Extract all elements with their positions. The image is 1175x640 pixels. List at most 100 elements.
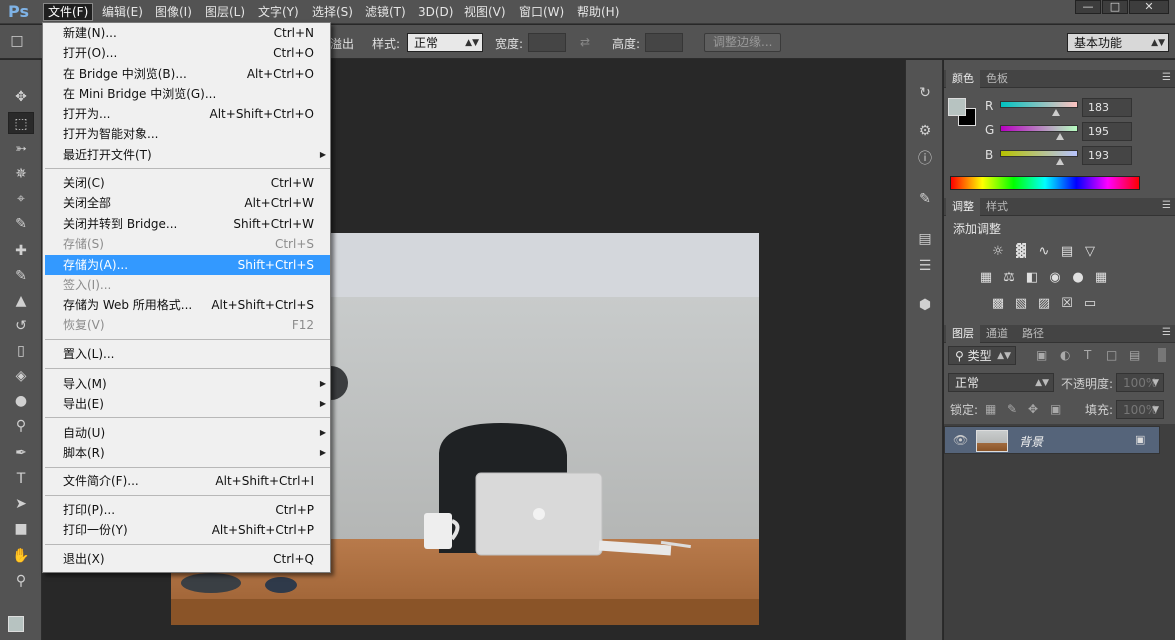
g-slider-track[interactable]: [1000, 125, 1078, 132]
healing-brush-tool-icon[interactable]: ✚: [8, 240, 34, 262]
filter-type-icon[interactable]: T: [1084, 348, 1091, 362]
type-tool-icon[interactable]: T: [8, 468, 34, 490]
color-fg-swatch[interactable]: [948, 98, 966, 116]
filter-toggle[interactable]: [1158, 348, 1166, 362]
menu-print-one-copy[interactable]: 打印一份(Y) Alt+Shift+Ctrl+P: [45, 520, 330, 540]
color-spectrum-ramp[interactable]: [950, 176, 1140, 190]
photo-filter-icon[interactable]: ◉: [1046, 270, 1064, 286]
lock-pixels-icon[interactable]: ✎: [1007, 402, 1017, 416]
crop-tool-icon[interactable]: ⌖: [8, 188, 34, 210]
paint-bucket-tool-icon[interactable]: ◈: [8, 365, 34, 387]
gradient-map-icon[interactable]: ▭: [1081, 296, 1099, 312]
menu-file-info[interactable]: 文件简介(F)... Alt+Shift+Ctrl+I: [45, 471, 330, 491]
character-panel-icon[interactable]: ▤: [914, 228, 936, 250]
menu-close-go-bridge[interactable]: 关闭并转到 Bridge... Shift+Ctrl+W: [45, 214, 330, 234]
hand-tool-icon[interactable]: ✋: [8, 545, 34, 567]
paragraph-panel-icon[interactable]: ☰: [914, 255, 936, 277]
menu-print[interactable]: 打印(P)... Ctrl+P: [45, 500, 330, 520]
menu-export[interactable]: 导出(E) ▶: [45, 394, 330, 414]
posterize-icon[interactable]: ▧: [1012, 296, 1030, 312]
dodge-tool-icon[interactable]: ⚲: [8, 415, 34, 437]
menu-view[interactable]: 视图(V): [460, 3, 510, 21]
vibrance-icon[interactable]: ▽: [1081, 244, 1099, 260]
filter-smart-icon[interactable]: ▤: [1129, 348, 1140, 362]
menu-import[interactable]: 导入(M) ▶: [45, 374, 330, 394]
filter-shape-icon[interactable]: □: [1106, 348, 1117, 362]
menu-open-as[interactable]: 打开为... Alt+Shift+Ctrl+O: [45, 104, 330, 124]
tab-swatches[interactable]: 色板: [980, 70, 1014, 88]
lock-position-icon[interactable]: ✥: [1028, 402, 1038, 416]
panel-menu-icon[interactable]: ☰: [1162, 327, 1171, 338]
eye-icon[interactable]: 👁: [953, 433, 968, 447]
menu-recent-files[interactable]: 最近打开文件(T) ▶: [45, 145, 330, 165]
levels-icon[interactable]: ▓: [1012, 244, 1030, 260]
fill-input[interactable]: 100% ▼: [1116, 400, 1164, 419]
foreground-color-swatch[interactable]: [8, 616, 24, 632]
menu-browse-bridge[interactable]: 在 Bridge 中浏览(B)... Alt+Ctrl+O: [45, 64, 330, 84]
r-value-input[interactable]: 183: [1082, 98, 1132, 117]
eyedropper-tool-icon[interactable]: ✎: [8, 213, 34, 235]
invert-icon[interactable]: ▩: [989, 296, 1007, 312]
history-panel-icon[interactable]: ↻: [914, 82, 936, 104]
menu-window[interactable]: 窗口(W): [515, 3, 568, 21]
menu-edit[interactable]: 编辑(E): [98, 3, 147, 21]
brush-panel-icon[interactable]: ✎: [914, 188, 936, 210]
menu-revert[interactable]: 恢复(V) F12: [45, 315, 330, 335]
menu-select[interactable]: 选择(S): [308, 3, 357, 21]
g-slider-thumb[interactable]: [1056, 133, 1064, 140]
menu-layer[interactable]: 图层(L): [201, 3, 249, 21]
b-value-input[interactable]: 193: [1082, 146, 1132, 165]
threshold-icon[interactable]: ▨: [1035, 296, 1053, 312]
tab-channels[interactable]: 通道: [980, 325, 1014, 343]
path-select-tool-icon[interactable]: ➤: [8, 493, 34, 515]
style-select[interactable]: 正常 ▲▼: [407, 33, 483, 52]
marquee-tool-icon[interactable]: ⬚: [8, 112, 34, 134]
tab-layers[interactable]: 图层: [946, 325, 980, 343]
pen-tool-icon[interactable]: ✒: [8, 442, 34, 464]
maximize-icon[interactable]: □: [1102, 0, 1128, 14]
menu-automate[interactable]: 自动(U) ▶: [45, 423, 330, 443]
menu-exit[interactable]: 退出(X) Ctrl+Q: [45, 549, 330, 569]
menu-help[interactable]: 帮助(H): [573, 3, 623, 21]
quick-select-tool-icon[interactable]: ✵: [8, 163, 34, 185]
info-panel-icon[interactable]: ⓘ: [914, 148, 936, 170]
layer-filter-select[interactable]: ⚲ 类型 ▲▼: [948, 346, 1016, 365]
width-input[interactable]: [528, 33, 566, 52]
menu-open[interactable]: 打开(O)... Ctrl+O: [45, 43, 330, 63]
exposure-icon[interactable]: ▤: [1058, 244, 1076, 260]
tab-color[interactable]: 颜色: [946, 70, 980, 88]
r-slider-track[interactable]: [1000, 101, 1078, 108]
layer-row[interactable]: 👁 背景 ▣: [944, 426, 1160, 454]
menu-save[interactable]: 存储(S) Ctrl+S: [45, 234, 330, 254]
lasso-tool-icon[interactable]: ➳: [8, 138, 34, 160]
history-brush-tool-icon[interactable]: ↺: [8, 315, 34, 337]
menu-save-for-web[interactable]: 存储为 Web 所用格式... Alt+Shift+Ctrl+S: [45, 295, 330, 315]
panel-menu-icon[interactable]: ☰: [1162, 200, 1171, 211]
menu-check-in[interactable]: 签入(I)...: [45, 275, 330, 295]
3d-panel-icon[interactable]: ⬢: [914, 294, 936, 316]
blur-tool-icon[interactable]: ●: [8, 390, 34, 412]
menu-place[interactable]: 置入(L)...: [45, 344, 330, 364]
menu-close-all[interactable]: 关闭全部 Alt+Ctrl+W: [45, 193, 330, 213]
g-value-input[interactable]: 195: [1082, 122, 1132, 141]
move-tool-icon[interactable]: ✥: [8, 86, 34, 108]
height-input[interactable]: [645, 33, 683, 52]
workspace-select[interactable]: 基本功能 ▲▼: [1067, 33, 1169, 52]
actions-panel-icon[interactable]: ⚙: [914, 120, 936, 142]
eraser-tool-icon[interactable]: ▯: [8, 340, 34, 362]
b-slider-track[interactable]: [1000, 150, 1078, 157]
close-icon[interactable]: ✕: [1129, 0, 1169, 14]
menu-type[interactable]: 文字(Y): [254, 3, 303, 21]
layer-name[interactable]: 背景: [1019, 433, 1043, 450]
panel-menu-icon[interactable]: ☰: [1162, 72, 1171, 83]
menu-filter[interactable]: 滤镜(T): [361, 3, 410, 21]
minimize-icon[interactable]: —: [1075, 0, 1101, 14]
channel-mixer-icon[interactable]: ●: [1069, 270, 1087, 286]
stamp-tool-icon[interactable]: ▲: [8, 290, 34, 312]
menu-scripts[interactable]: 脚本(R) ▶: [45, 443, 330, 463]
rectangle-tool-icon[interactable]: ■: [8, 518, 34, 540]
opacity-input[interactable]: 100% ▼: [1116, 373, 1164, 392]
color-balance-icon[interactable]: ⚖: [1000, 270, 1018, 286]
color-lookup-icon[interactable]: ▦: [1092, 270, 1110, 286]
tab-adjustments[interactable]: 调整: [946, 198, 980, 216]
